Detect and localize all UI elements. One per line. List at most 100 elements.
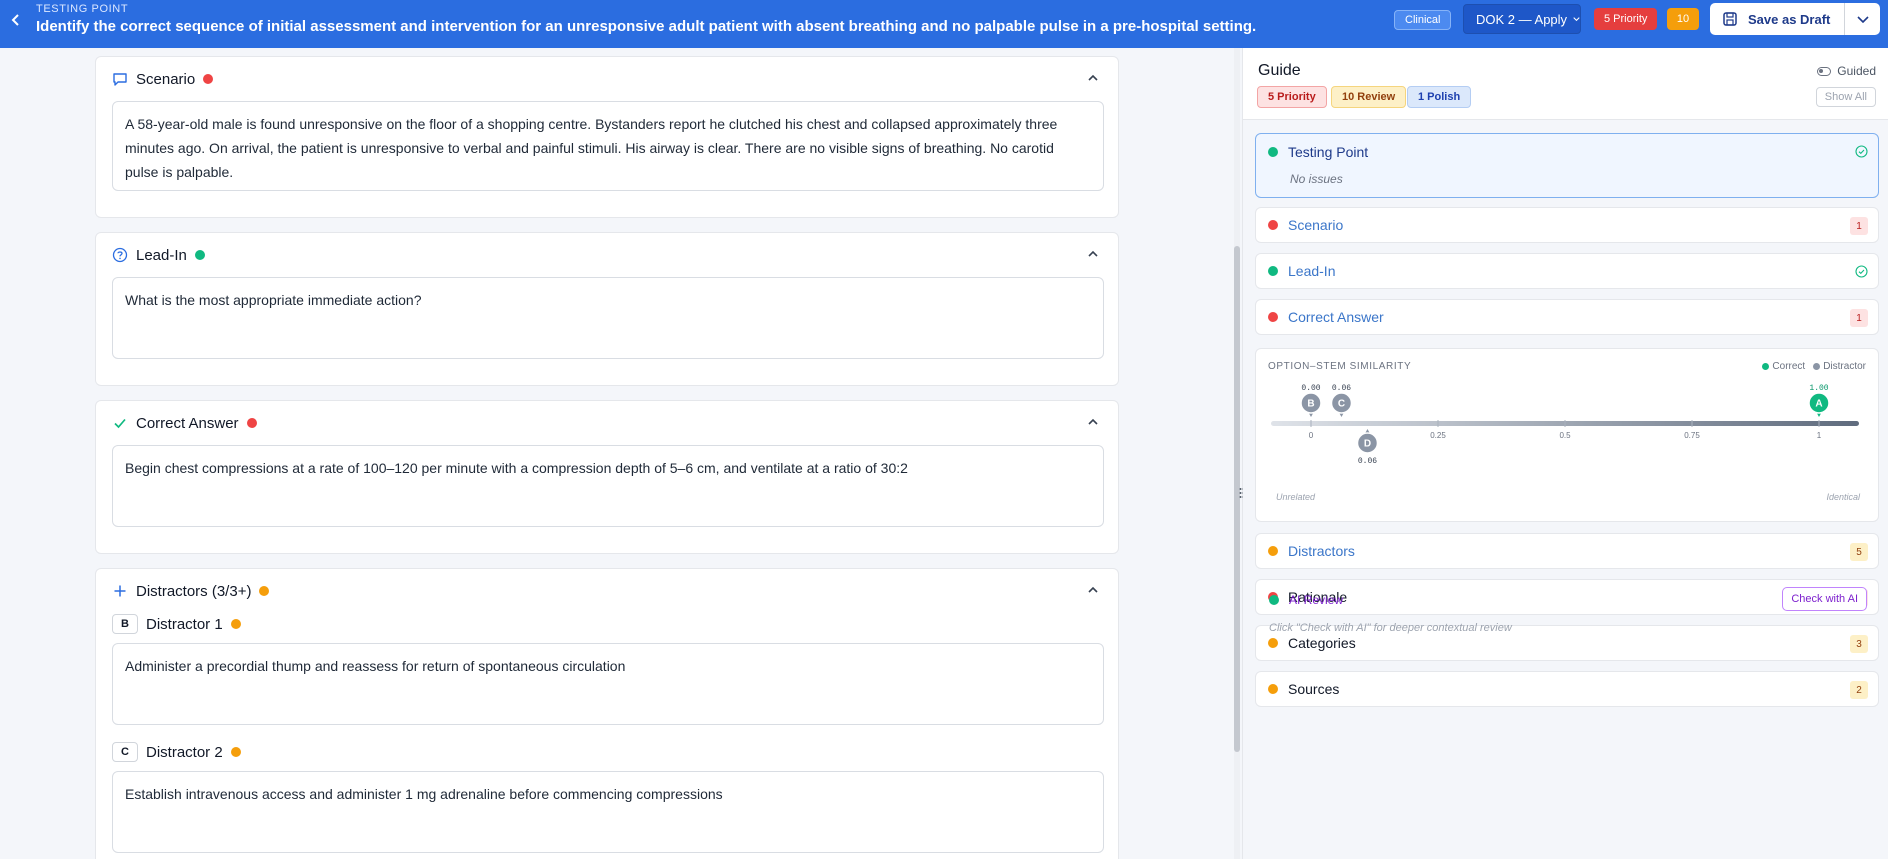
- testing-point-label: TESTING POINT: [36, 3, 129, 15]
- save-draft-split-button: Save as Draft: [1710, 3, 1880, 35]
- correct-answer-header[interactable]: Correct Answer: [112, 413, 257, 433]
- guide-item-label: Sources: [1288, 681, 1340, 697]
- ai-review-section: AI Review Check with AI Click "Check wit…: [1255, 581, 1879, 641]
- option-stem-similarity-chart: OPTION–STEM SIMILARITY Correct Distracto…: [1255, 348, 1879, 522]
- ai-review-heading: AI Review: [1269, 593, 1343, 607]
- issue-count: 2: [1850, 681, 1868, 699]
- chevron-down-icon: [1856, 16, 1869, 23]
- lead-in-title: Lead-In: [136, 246, 187, 264]
- check-circle-icon: [1855, 265, 1868, 278]
- lead-in-header[interactable]: Lead-In: [112, 245, 205, 265]
- guided-label: Guided: [1837, 64, 1876, 78]
- status-dot: [194, 250, 205, 260]
- plus-icon: [114, 585, 126, 597]
- status-dot: [230, 747, 241, 757]
- guide-item-distractors[interactable]: Distractors 5: [1255, 533, 1879, 569]
- correct-answer-textarea[interactable]: Begin chest compressions at a rate of 10…: [112, 445, 1104, 527]
- marker-letter: C: [1338, 399, 1345, 410]
- marker-letter: B: [1307, 399, 1314, 410]
- status-dot: [1269, 595, 1279, 605]
- save-draft-label: Save as Draft: [1748, 11, 1831, 27]
- comment-icon: [113, 73, 127, 86]
- data-label: 0.06: [1358, 457, 1377, 466]
- guided-toggle[interactable]: Guided: [1817, 64, 1876, 78]
- guide-item-sources[interactable]: Sources 2: [1255, 671, 1879, 707]
- axis-right-label: Identical: [1826, 492, 1860, 502]
- scenario-card: Scenario A 58-year-old male is found unr…: [95, 56, 1119, 218]
- correct-answer-card: Correct Answer Begin chest compressions …: [95, 400, 1119, 554]
- review-filter-pill[interactable]: 10 Review: [1331, 86, 1407, 108]
- review-count-badge[interactable]: 10: [1667, 8, 1699, 30]
- save-options-button[interactable]: [1845, 3, 1880, 35]
- guide-item-testing-point[interactable]: Testing Point No issues: [1255, 133, 1879, 198]
- marker-letter: D: [1364, 439, 1371, 450]
- status-dot: [1268, 546, 1278, 556]
- marker-letter: A: [1815, 399, 1822, 410]
- back-button[interactable]: [6, 10, 26, 30]
- help-circle-icon: [112, 247, 128, 263]
- status-dot: [1268, 684, 1278, 694]
- tick-label: 0: [1309, 431, 1314, 440]
- option-letter: C: [112, 742, 138, 762]
- clinical-badge[interactable]: Clinical: [1394, 10, 1452, 30]
- ai-review-hint: Click "Check with AI" for deeper context…: [1269, 622, 1512, 634]
- issue-count: 1: [1850, 217, 1868, 235]
- priority-badge[interactable]: 5 Priority: [1594, 8, 1658, 30]
- chevron-up-icon[interactable]: [1086, 71, 1100, 85]
- lead-in-textarea[interactable]: What is the most appropriate immediate a…: [112, 277, 1104, 359]
- data-label: 1.00: [1809, 384, 1828, 393]
- option-letter: B: [112, 614, 138, 634]
- save-icon: [1723, 12, 1737, 26]
- guide-item-lead-in[interactable]: Lead-In: [1255, 253, 1879, 289]
- similarity-plot: 0 0.25 0.5 0.75 1 B 0.00 C 0.06 D 0.06 A 1.00: [1271, 384, 1859, 466]
- check-circle-icon: [1855, 145, 1868, 158]
- chevron-up-icon[interactable]: [1086, 583, 1100, 597]
- save-draft-button[interactable]: Save as Draft: [1710, 3, 1845, 35]
- scenario-textarea[interactable]: A 58-year-old male is found unresponsive…: [112, 101, 1104, 191]
- dok-select[interactable]: DOK 2 — Apply: [1463, 4, 1581, 34]
- distractors-title: Distractors (3/3+): [136, 582, 252, 600]
- distractor-1-header: B Distractor 1: [112, 614, 241, 634]
- data-label: 0.00: [1301, 384, 1320, 393]
- dok-select-value: DOK 2 — Apply: [1476, 11, 1568, 27]
- show-all-button[interactable]: Show All: [1815, 87, 1876, 107]
- guide-item-label: Correct Answer: [1288, 309, 1384, 325]
- tick-label: 0.25: [1430, 431, 1446, 440]
- distractor-label: Distractor 1: [146, 615, 223, 633]
- tick-label: 0.75: [1684, 431, 1700, 440]
- guide-item-scenario[interactable]: Scenario 1: [1255, 207, 1879, 243]
- testing-point-text[interactable]: Identify the correct sequence of initial…: [36, 18, 1256, 35]
- check-with-ai-button[interactable]: Check with AI: [1782, 587, 1867, 611]
- chevron-up-icon[interactable]: [1086, 247, 1100, 261]
- issue-count: 1: [1850, 309, 1868, 327]
- distractor-2-header: C Distractor 2: [112, 742, 241, 762]
- guide-header: Guide Guided 5 Priority 10 Review 1 Poli…: [1243, 48, 1888, 120]
- scenario-header[interactable]: Scenario: [112, 69, 214, 89]
- status-dot: [1268, 312, 1278, 322]
- chevron-down-icon: [1573, 17, 1580, 22]
- chevron-left-icon: [11, 14, 19, 26]
- distractor-1-textarea[interactable]: Administer a precordial thump and reasse…: [112, 643, 1104, 725]
- issue-count: 5: [1850, 543, 1868, 561]
- guide-item-label: Testing Point: [1288, 144, 1369, 160]
- distractor-2-textarea[interactable]: Establish intravenous access and adminis…: [112, 771, 1104, 853]
- toggle-icon: [1817, 66, 1832, 76]
- distractors-card: Distractors (3/3+) B Distractor 1 Admini…: [95, 568, 1119, 859]
- status-dot: [1268, 147, 1278, 157]
- status-dot: [246, 418, 257, 428]
- correct-answer-title: Correct Answer: [136, 414, 239, 432]
- ai-review-label: AI Review: [1289, 593, 1344, 607]
- tick-label: 1: [1817, 431, 1822, 440]
- priority-filter-pill[interactable]: 5 Priority: [1257, 86, 1327, 108]
- guide-item-label: Scenario: [1288, 217, 1344, 233]
- status-dot: [230, 619, 241, 629]
- testing-point-status: No issues: [1290, 172, 1343, 186]
- status-dot: [259, 586, 270, 596]
- polish-filter-pill[interactable]: 1 Polish: [1407, 86, 1472, 108]
- guide-item-label: Lead-In: [1288, 263, 1336, 279]
- testing-point-heading: Testing Point: [1268, 144, 1368, 160]
- distractors-header[interactable]: Distractors (3/3+): [112, 581, 270, 601]
- guide-item-correct-answer[interactable]: Correct Answer 1: [1255, 299, 1879, 335]
- top-header: TESTING POINT Identify the correct seque…: [0, 0, 1888, 48]
- chevron-up-icon[interactable]: [1086, 415, 1100, 429]
